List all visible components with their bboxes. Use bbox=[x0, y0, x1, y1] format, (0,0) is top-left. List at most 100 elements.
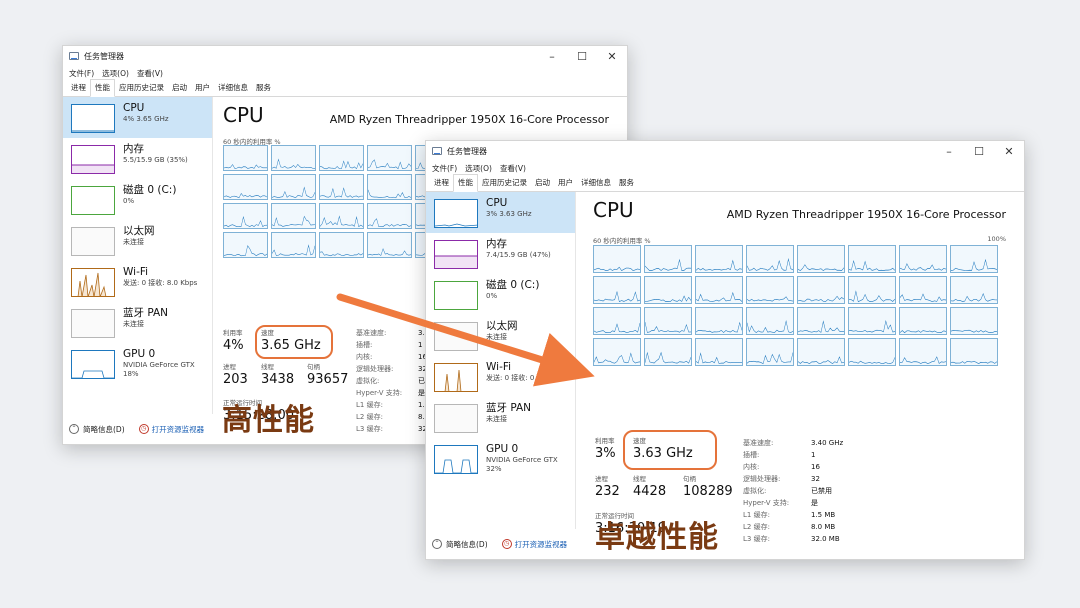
title-bar: 任务管理器 – ☐ ✕ bbox=[63, 46, 627, 66]
core-graph bbox=[950, 307, 998, 335]
core-graph bbox=[593, 276, 641, 304]
util-value: 4% bbox=[223, 338, 244, 353]
sidebar-item-ethernet[interactable]: 以太网 未连接 bbox=[63, 220, 212, 261]
util-label: 利用率 bbox=[223, 329, 243, 337]
cpu-heading: CPU bbox=[223, 103, 264, 127]
core-graph bbox=[223, 203, 268, 229]
collapse-icon[interactable]: ⌃ bbox=[69, 424, 79, 434]
window-title: 任务管理器 bbox=[84, 51, 124, 61]
core-graph bbox=[271, 174, 316, 200]
tab-app-history[interactable]: 应用历史记录 bbox=[115, 80, 168, 96]
open-resource-monitor-link[interactable]: ◷ 打开资源监视器 bbox=[501, 539, 568, 550]
sidebar-item-disk[interactable]: 磁盘 0 (C:) 0% bbox=[63, 179, 212, 220]
core-graph bbox=[848, 276, 896, 304]
core-graph bbox=[223, 232, 268, 258]
menu-options[interactable]: 选项(O) bbox=[102, 68, 129, 79]
tab-processes[interactable]: 进程 bbox=[430, 175, 453, 191]
sidebar-item-sub2: 18% bbox=[123, 370, 139, 378]
collapse-icon[interactable]: ⌃ bbox=[432, 539, 442, 549]
sidebar-item-wifi[interactable]: Wi-Fi 发送: 0 接收: 8.0 Kbps bbox=[63, 261, 212, 302]
disk-thumbnail bbox=[434, 281, 478, 310]
core-graph bbox=[746, 307, 794, 335]
core-graph bbox=[797, 338, 845, 366]
core-graph bbox=[319, 145, 364, 171]
ethernet-thumbnail bbox=[434, 322, 478, 351]
menu-view[interactable]: 查看(V) bbox=[500, 163, 526, 174]
sidebar-item-bluetooth[interactable]: 蓝牙 PAN 未连接 bbox=[63, 302, 212, 343]
core-graph bbox=[367, 203, 412, 229]
sidebar-item-cpu[interactable]: CPU 4% 3.65 GHz bbox=[63, 97, 212, 138]
open-resource-monitor-link[interactable]: ◷ 打开资源监视器 bbox=[138, 424, 204, 435]
tab-processes[interactable]: 进程 bbox=[67, 80, 90, 96]
handles-label: 句柄 bbox=[307, 363, 320, 371]
core-graph bbox=[319, 174, 364, 200]
close-button[interactable]: ✕ bbox=[597, 50, 627, 63]
open-resource-monitor-label: 打开资源监视器 bbox=[514, 539, 568, 549]
threads-label: 线程 bbox=[633, 475, 646, 483]
sidebar-item-ethernet[interactable]: 以太网 未连接 bbox=[426, 315, 575, 356]
sidebar-item-label: 蓝牙 PAN bbox=[123, 307, 169, 319]
sidebar-item-label: Wi-Fi bbox=[486, 361, 512, 373]
util-value: 3% bbox=[595, 446, 616, 461]
core-graph bbox=[319, 232, 364, 258]
tab-performance[interactable]: 性能 bbox=[453, 174, 478, 192]
tab-services[interactable]: 服务 bbox=[615, 175, 638, 191]
procs-label: 进程 bbox=[595, 475, 608, 483]
sidebar-item-sub: 发送: 0 接收: 0 Kbps bbox=[486, 374, 554, 382]
sidebar-item-label: 以太网 bbox=[123, 225, 155, 237]
core-graph bbox=[593, 245, 641, 273]
core-graph bbox=[899, 245, 947, 273]
tab-startup[interactable]: 启动 bbox=[531, 175, 554, 191]
resource-monitor-icon: ◷ bbox=[138, 424, 149, 434]
tab-users[interactable]: 用户 bbox=[554, 175, 577, 191]
tab-startup[interactable]: 启动 bbox=[168, 80, 191, 96]
task-manager-icon bbox=[69, 52, 79, 60]
graph-label: 60 秒内的利用率 % bbox=[593, 237, 651, 245]
sidebar-item-gpu[interactable]: GPU 0 NVIDIA GeForce GTX 32% bbox=[426, 438, 575, 479]
tab-services[interactable]: 服务 bbox=[252, 80, 275, 96]
sidebar-item-sub: 未连接 bbox=[123, 238, 144, 246]
sidebar-item-label: 内存 bbox=[123, 143, 144, 155]
menu-options[interactable]: 选项(O) bbox=[465, 163, 492, 174]
core-graph bbox=[367, 232, 412, 258]
brief-info-link[interactable]: 简略信息(D) bbox=[446, 539, 488, 550]
tab-app-history[interactable]: 应用历史记录 bbox=[478, 175, 531, 191]
sidebar-item-cpu[interactable]: CPU 3% 3.63 GHz bbox=[426, 192, 575, 233]
caption-ultimate-performance: 卓越性能 bbox=[595, 520, 719, 555]
menu-file[interactable]: 文件(F) bbox=[432, 163, 457, 174]
handles-value: 93657 bbox=[307, 372, 349, 387]
sidebar-item-sub: NVIDIA GeForce GTX bbox=[486, 456, 558, 464]
tab-users[interactable]: 用户 bbox=[191, 80, 214, 96]
sidebar-item-memory[interactable]: 内存 7.4/15.9 GB (47%) bbox=[426, 233, 575, 274]
gpu-thumbnail bbox=[71, 350, 115, 379]
sidebar-item-disk[interactable]: 磁盘 0 (C:) 0% bbox=[426, 274, 575, 315]
core-graph bbox=[746, 276, 794, 304]
sidebar-item-sub: 4% 3.65 GHz bbox=[123, 115, 169, 123]
sidebar-item-gpu[interactable]: GPU 0 NVIDIA GeForce GTX 18% bbox=[63, 343, 212, 384]
sidebar-item-sub: 未连接 bbox=[486, 333, 507, 341]
memory-thumbnail bbox=[71, 145, 115, 174]
speed-highlight bbox=[623, 430, 717, 470]
core-graph bbox=[223, 145, 268, 171]
sidebar-item-bluetooth[interactable]: 蓝牙 PAN 未连接 bbox=[426, 397, 575, 438]
minimize-button[interactable]: – bbox=[934, 145, 964, 158]
brief-info-link[interactable]: 简略信息(D) bbox=[83, 424, 125, 435]
menu-view[interactable]: 查看(V) bbox=[137, 68, 163, 79]
tab-performance[interactable]: 性能 bbox=[90, 79, 115, 97]
bluetooth-thumbnail bbox=[71, 309, 115, 338]
handles-label: 句柄 bbox=[683, 475, 696, 483]
menu-file[interactable]: 文件(F) bbox=[69, 68, 94, 79]
minimize-button[interactable]: – bbox=[537, 50, 567, 63]
graph-max-label: 100% bbox=[987, 235, 1006, 243]
footer-bar: ⌃ 简略信息(D) ◷ 打开资源监视器 bbox=[426, 529, 1024, 559]
close-button[interactable]: ✕ bbox=[994, 145, 1024, 158]
sidebar-item-sub: 0% bbox=[123, 197, 135, 205]
maximize-button[interactable]: ☐ bbox=[964, 145, 994, 158]
core-graph bbox=[848, 338, 896, 366]
sidebar-item-wifi[interactable]: Wi-Fi 发送: 0 接收: 0 Kbps bbox=[426, 356, 575, 397]
tab-details[interactable]: 详细信息 bbox=[214, 80, 252, 96]
maximize-button[interactable]: ☐ bbox=[567, 50, 597, 63]
sidebar-item-memory[interactable]: 内存 5.5/15.9 GB (35%) bbox=[63, 138, 212, 179]
util-label: 利用率 bbox=[595, 437, 615, 445]
tab-details[interactable]: 详细信息 bbox=[577, 175, 615, 191]
